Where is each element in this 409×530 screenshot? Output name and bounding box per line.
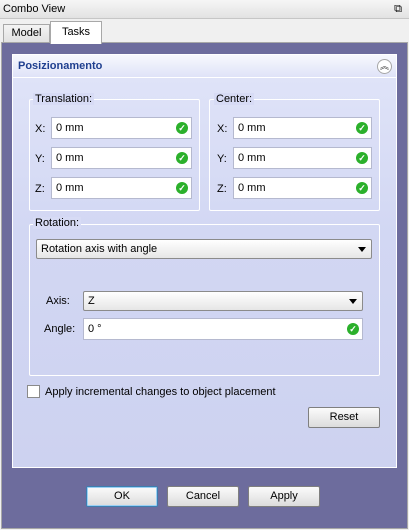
- rotation-mode-value: Rotation axis with angle: [41, 243, 158, 255]
- center-group-title: Center:: [214, 93, 255, 105]
- translation-group-title: Translation:: [33, 93, 95, 105]
- chevron-down-icon: [349, 299, 357, 304]
- center-x-label: X:: [217, 123, 228, 135]
- rotation-mode-select[interactable]: Rotation axis with angle: [36, 239, 372, 259]
- apply-button[interactable]: Apply: [248, 486, 320, 507]
- translation-z-value: 0 mm: [56, 182, 84, 194]
- angle-field[interactable]: 0 ° ✓: [83, 318, 363, 340]
- axis-value: Z: [88, 295, 95, 307]
- chevron-up-double-icon[interactable]: ︽: [377, 59, 392, 74]
- window-title: Combo View: [3, 3, 66, 15]
- valid-check-icon: ✓: [356, 182, 368, 194]
- valid-check-icon: ✓: [176, 122, 188, 134]
- task-panel-header: Posizionamento ︽: [12, 54, 397, 78]
- combo-view-titlebar: Combo View ⧉: [0, 0, 409, 19]
- tab-model[interactable]: Model: [3, 24, 50, 43]
- placement-task-panel: Translation: X: 0 mm ✓ Y: 0 mm ✓ Z: 0 mm…: [12, 78, 397, 468]
- angle-value: 0 °: [88, 323, 102, 335]
- cancel-button-label: Cancel: [185, 490, 221, 502]
- valid-check-icon: ✓: [176, 182, 188, 194]
- center-z-field[interactable]: 0 mm ✓: [233, 177, 372, 199]
- incremental-label: Apply incremental changes to object plac…: [45, 386, 276, 398]
- apply-button-label: Apply: [270, 490, 298, 502]
- translation-y-label: Y:: [35, 153, 45, 165]
- valid-check-icon: ✓: [356, 152, 368, 164]
- center-z-value: 0 mm: [238, 182, 266, 194]
- valid-check-icon: ✓: [347, 323, 359, 335]
- translation-x-field[interactable]: 0 mm ✓: [51, 117, 192, 139]
- tab-model-label: Model: [11, 27, 42, 39]
- task-panel-title: Posizionamento: [18, 60, 103, 72]
- cancel-button[interactable]: Cancel: [167, 486, 239, 507]
- center-y-value: 0 mm: [238, 152, 266, 164]
- center-z-label: Z:: [217, 183, 227, 195]
- axis-label: Axis:: [46, 295, 70, 307]
- incremental-checkbox[interactable]: [27, 385, 40, 398]
- angle-label: Angle:: [44, 323, 76, 335]
- center-y-label: Y:: [217, 153, 227, 165]
- translation-z-field[interactable]: 0 mm ✓: [51, 177, 192, 199]
- ok-button-label: OK: [114, 490, 130, 502]
- tab-tasks[interactable]: Tasks: [50, 21, 102, 44]
- center-y-field[interactable]: 0 mm ✓: [233, 147, 372, 169]
- chevron-down-icon: [358, 247, 366, 252]
- axis-select[interactable]: Z: [83, 291, 363, 311]
- float-window-icon[interactable]: ⧉: [392, 2, 404, 16]
- reset-button-label: Reset: [329, 411, 359, 423]
- valid-check-icon: ✓: [176, 152, 188, 164]
- translation-z-label: Z:: [35, 183, 45, 195]
- translation-y-field[interactable]: 0 mm ✓: [51, 147, 192, 169]
- tab-tasks-label: Tasks: [61, 26, 91, 38]
- translation-x-value: 0 mm: [56, 122, 84, 134]
- valid-check-icon: ✓: [356, 122, 368, 134]
- translation-y-value: 0 mm: [56, 152, 84, 164]
- center-x-field[interactable]: 0 mm ✓: [233, 117, 372, 139]
- center-x-value: 0 mm: [238, 122, 266, 134]
- reset-button[interactable]: Reset: [308, 407, 380, 428]
- translation-x-label: X:: [35, 123, 46, 135]
- rotation-group-title: Rotation:: [33, 217, 82, 229]
- tab-bar: Model Tasks: [0, 21, 409, 44]
- ok-button[interactable]: OK: [86, 486, 158, 507]
